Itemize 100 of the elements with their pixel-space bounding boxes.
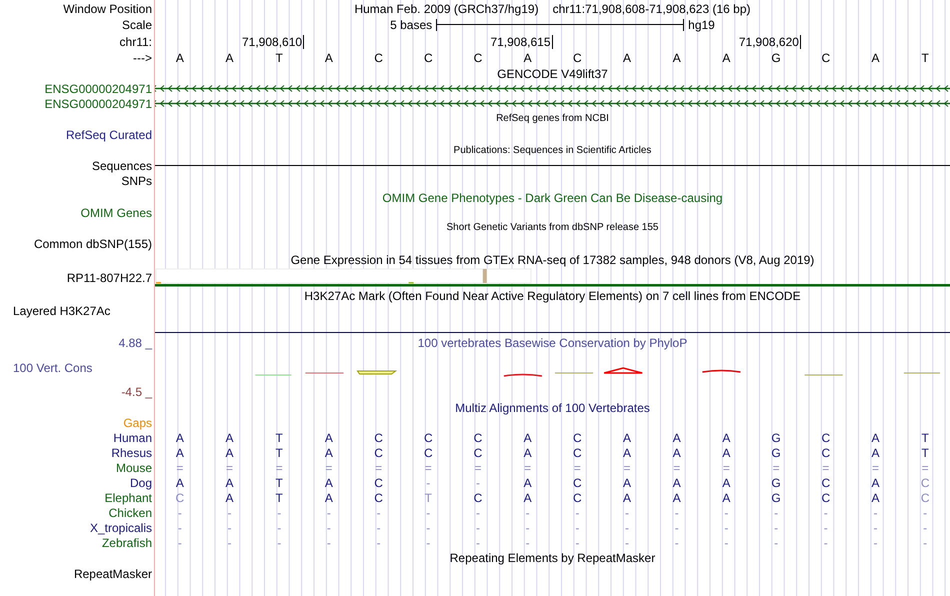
aligned-base: A (324, 430, 333, 444)
species-label[interactable]: Dog (130, 476, 152, 490)
aligned-base: C (821, 490, 830, 504)
aligned-base: - (228, 536, 232, 550)
axis-min-label[interactable]: -4.5 _ (121, 385, 152, 399)
aligned-base: C (920, 490, 930, 504)
gene-label[interactable]: ENSG00000204971 (44, 96, 152, 110)
aligned-base: A (524, 446, 532, 460)
aligned-base: - (476, 536, 480, 550)
track-label[interactable]: Common dbSNP(155) (34, 236, 152, 250)
aligned-base: - (923, 536, 928, 550)
species-label[interactable]: Mouse (116, 460, 152, 474)
aligned-base: - (376, 520, 381, 534)
aligned-base: A (623, 490, 632, 504)
species-label[interactable]: Human (113, 430, 152, 444)
aligned-base: - (476, 506, 480, 520)
aligned-base: - (625, 506, 630, 520)
track-label[interactable]: OMIM Genes (80, 206, 152, 220)
aligned-base: = (176, 460, 184, 474)
aligned-base: C (374, 476, 383, 490)
track-label[interactable]: RefSeq Curated (66, 128, 152, 142)
expression-bar-drawing[interactable] (155, 268, 950, 287)
aligned-base: G (771, 476, 781, 490)
base-letter: A (722, 51, 730, 65)
track-label[interactable]: SNPs (121, 174, 152, 188)
track-label[interactable]: Window Position (63, 2, 152, 16)
base-letter: A (871, 51, 880, 65)
aligned-base: - (674, 536, 679, 550)
base-letter: C (474, 51, 482, 65)
track-title: Multiz Alignments of 100 Vertebrates (455, 401, 650, 415)
aligned-base: C (573, 490, 582, 504)
base-letter: C (573, 51, 582, 65)
track-label[interactable]: chr11: (120, 34, 152, 48)
gene-label[interactable]: ENSG00000204971 (44, 82, 152, 96)
species-label[interactable]: Elephant (104, 490, 152, 504)
base-letter: C (424, 51, 433, 65)
aligned-base: - (575, 506, 580, 520)
species-label[interactable]: X_tropicalis (90, 520, 152, 534)
aligned-base: = (673, 460, 680, 474)
aligned-base: - (923, 506, 928, 520)
aligned-base: A (324, 490, 333, 504)
aligned-base: A (324, 446, 333, 460)
aligned-base: T (276, 430, 283, 444)
aligned-base: A (722, 446, 730, 460)
axis-max-label[interactable]: 4.88 _ (118, 336, 152, 350)
aligned-base: - (873, 506, 878, 520)
track-title: Repeating Elements by RepeatMasker (450, 551, 656, 565)
base-letter: A (324, 51, 333, 65)
aligned-base: C (374, 490, 383, 504)
aligned-base: G (771, 446, 781, 460)
track-title: OMIM Gene Phenotypes - Dark Green Can Be Disease-causing (382, 190, 723, 204)
aligned-base: - (625, 536, 630, 550)
aligned-base: C (821, 430, 830, 444)
aligned-base: A (524, 490, 532, 504)
track-label[interactable]: 100 Vert. Cons (13, 360, 92, 374)
track-label[interactable]: RP11-807H22.7 (66, 270, 152, 284)
aligned-base: = (922, 460, 929, 474)
aligned-base: - (724, 520, 728, 534)
aligned-base: = (574, 460, 581, 474)
aligned-base: = (822, 460, 830, 474)
aligned-base: A (176, 446, 184, 460)
aligned-base: A (871, 446, 880, 460)
species-label[interactable]: Chicken (108, 506, 152, 520)
track-label[interactable]: Layered H3K27Ac (13, 304, 110, 318)
track-label[interactable]: ---> (133, 51, 152, 65)
aligned-base: - (824, 536, 828, 550)
aligned-base: - (277, 506, 282, 520)
aligned-base: = (424, 460, 432, 474)
species-label[interactable]: Zebrafish (102, 536, 152, 550)
aligned-base: - (178, 506, 182, 520)
track-label[interactable]: Sequences (92, 158, 152, 172)
aligned-base: A (176, 476, 184, 490)
aligned-base: T (424, 490, 432, 504)
track-label[interactable]: Scale (122, 18, 152, 32)
aligned-base: - (326, 536, 331, 550)
track-label[interactable]: RepeatMasker (74, 566, 152, 580)
aligned-base: - (873, 536, 878, 550)
track-title: GENCODE V49lift37 (497, 66, 608, 80)
base-letter: T (921, 51, 929, 65)
aligned-base: - (774, 506, 778, 520)
aligned-base: A (176, 430, 184, 444)
aligned-base: T (921, 430, 929, 444)
aligned-base: C (474, 430, 482, 444)
aligned-base: A (672, 490, 681, 504)
aligned-base: A (871, 476, 880, 490)
species-label[interactable]: Rhesus (111, 446, 152, 460)
scale-db: hg19 (688, 18, 715, 32)
aligned-base: - (724, 506, 728, 520)
aligned-base: C (474, 446, 482, 460)
aligned-base: C (821, 476, 830, 490)
coordinate-tick: 71,908,620 (738, 34, 801, 48)
aligned-base: T (921, 446, 929, 460)
aligned-base: - (326, 506, 331, 520)
aligned-base: = (524, 460, 532, 474)
aligned-base: - (178, 536, 182, 550)
base-letter: C (374, 51, 383, 65)
aligned-base: - (824, 520, 828, 534)
aligned-base: - (277, 536, 282, 550)
aligned-base: A (672, 476, 681, 490)
aligned-base: G (771, 490, 781, 504)
